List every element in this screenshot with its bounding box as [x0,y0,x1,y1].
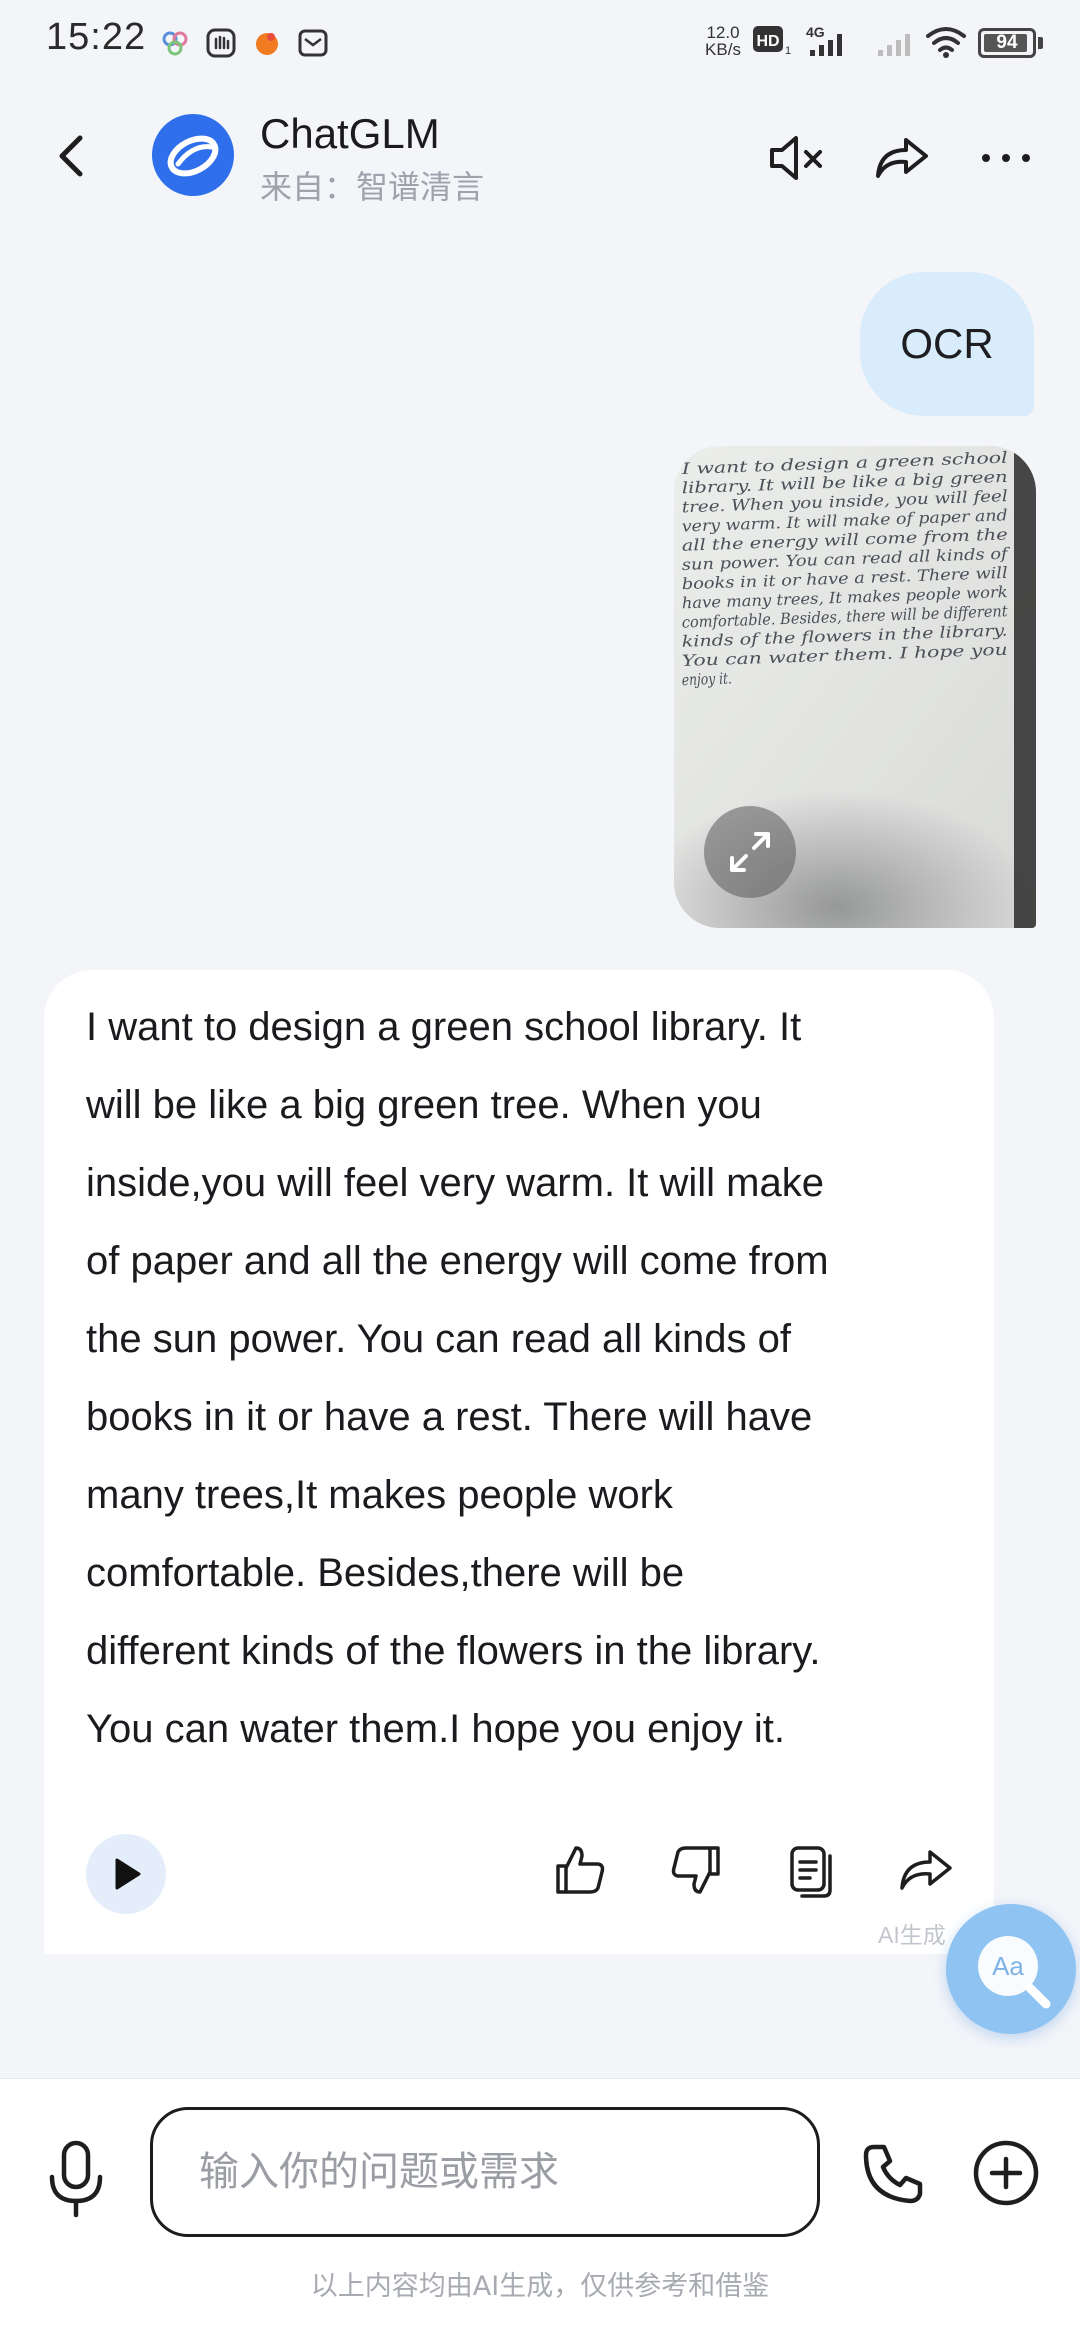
font-magnifier-icon: Aa [978,1936,1051,2009]
bot-name: ChatGLM [260,110,440,157]
user-image-message[interactable]: I want to design a green school library. … [674,446,1036,928]
ai-response-line: many trees,It makes people work [86,1473,673,1517]
phone-call-icon[interactable] [860,2141,926,2207]
battery-tip [1038,37,1043,49]
bot-avatar[interactable] [152,114,234,196]
battery-percent: 94 [996,32,1018,53]
share-icon[interactable] [872,128,932,188]
ai-response-line: the sun power. You can read all kinds of [86,1317,791,1361]
back-arrow-icon[interactable] [46,126,102,186]
status-time: 15:22 [46,16,147,58]
bubbles-app-icon [162,31,188,56]
read-aloud-button[interactable] [86,1834,166,1914]
thumbs-up-icon[interactable] [550,1840,610,1900]
signal-empty-icon [878,34,910,56]
more-icon[interactable] [976,128,1036,188]
ai-response-line: different kinds of the flowers in the li… [86,1629,821,1673]
ai-response-line: comfortable. Besides,there will be [86,1551,685,1595]
microphone-icon[interactable] [44,2137,108,2221]
add-attachment-icon[interactable] [972,2139,1040,2207]
battery-indicator: 94 [978,28,1036,58]
bot-source: 来自：智谱清言 [260,169,485,205]
wifi-icon [926,27,966,58]
user-message-bubble[interactable]: OCR [860,272,1034,416]
ai-generated-label: AI生成 [878,1922,946,1948]
chatglm-logo-icon [167,135,219,177]
net-speed-unit: KB/s [705,40,741,59]
ai-disclaimer: 以上内容均由AI生成，仅供参考和借鉴 [310,2271,770,2302]
mute-icon[interactable] [766,128,826,188]
chat-screen: 15:22 12.0 KB/s HD 1 4G 94 ChatGLM 来自：智谱… [0,0,1080,2340]
net-speed: 12.0 KB/s [700,24,746,58]
message-input[interactable]: 输入你的问题或需求 [150,2107,820,2237]
ai-response-text: I want to design a green school library.… [86,988,966,1768]
handwritten-line: enjoy it. [682,669,733,689]
expand-image-button[interactable] [704,806,796,898]
ai-response-line: books in it or have a rest. There will h… [86,1395,813,1439]
ai-response-line: of paper and all the energy will come fr… [86,1239,829,1283]
font-button-label: Aa [992,1951,1024,1981]
hand-app-icon [206,28,236,58]
input-bar: 输入你的问题或需求 以上内容均由AI生成，仅供参考和借鉴 [0,2078,1080,2340]
orange-app-icon [256,33,278,55]
hd-voice-icon: HD 1 [753,26,791,57]
ai-response-card: I want to design a green school library.… [44,970,994,1954]
svg-text:1: 1 [785,45,791,57]
status-bar: 15:22 12.0 KB/s HD 1 4G 94 [0,0,1080,84]
share-response-icon[interactable] [896,1840,956,1900]
net-speed-value: 12.0 [706,23,740,42]
play-icon [115,1858,141,1890]
ai-response-line: inside,you will feel very warm. It will … [86,1161,824,1205]
mail-icon [298,29,328,57]
expand-icon [730,832,770,872]
ai-response-line: will be like a big green tree. When you [86,1083,762,1127]
signal-4g-icon: 4G [806,24,842,56]
chat-header: ChatGLM 来自：智谱清言 [0,96,1080,216]
font-size-button[interactable]: Aa [946,1904,1076,2034]
ai-response-line: You can water them.I hope you enjoy it. [86,1707,785,1751]
copy-icon[interactable] [782,1840,842,1900]
thumbs-down-icon[interactable] [666,1840,726,1900]
ai-response-line: I want to design a green school library.… [86,1005,802,1049]
network-type: 4G [806,24,825,40]
hd-label: HD [756,33,779,50]
